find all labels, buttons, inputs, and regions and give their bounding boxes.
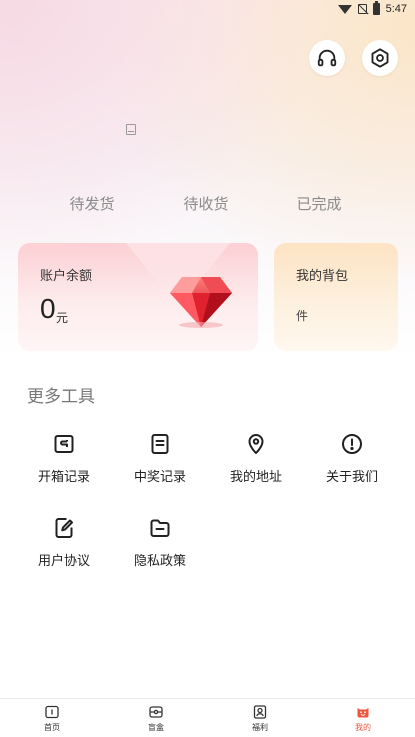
order-status-row: 待发货 待收货 已完成 (0, 193, 415, 215)
tool-user-agreement[interactable]: 用户协议 (19, 516, 109, 576)
my-backpack-card[interactable]: 我的背包 件 (274, 243, 398, 351)
tool-label: 用户协议 (37, 554, 90, 569)
tool-label: 开箱记录 (37, 470, 90, 485)
tab-mine[interactable]: 我的 (328, 704, 398, 733)
tab-blind-box[interactable]: 盲盒 (121, 704, 191, 733)
document-icon (151, 434, 169, 454)
tab-pending-receipt[interactable]: 待收货 (183, 193, 228, 214)
account-balance-card[interactable]: 账户余额 0 元 (18, 243, 258, 351)
settings-button[interactable] (362, 40, 398, 76)
backpack-title: 我的背包 (296, 269, 349, 284)
edit-document-icon (55, 518, 73, 538)
section-title: 更多工具 (27, 387, 95, 407)
gear-icon (371, 48, 389, 68)
tool-label: 关于我们 (325, 470, 378, 485)
welfare-icon (253, 705, 267, 719)
backpack-count-unit: 件 (296, 309, 309, 323)
tool-my-address[interactable]: 我的地址 (211, 432, 301, 492)
no-sim-icon (357, 4, 367, 14)
tool-label: 我的地址 (229, 470, 282, 485)
bottom-tab-bar: 首页 盲盒 福利 我的 (0, 698, 415, 737)
tab-label: 首页 (44, 723, 60, 732)
balance-title: 账户余额 (40, 269, 93, 284)
tool-open-box-record[interactable]: 开箱记录 (19, 432, 109, 492)
tab-pending-shipment[interactable]: 待发货 (69, 193, 114, 214)
tab-label: 福利 (252, 723, 268, 732)
balance-value: 0 (40, 293, 56, 324)
tool-label: 中奖记录 (133, 470, 186, 485)
tool-about-us[interactable]: 关于我们 (307, 432, 397, 492)
box-record-icon (54, 435, 74, 453)
mine-face-icon (357, 708, 369, 718)
battery-icon (372, 1, 380, 15)
location-pin-icon (248, 434, 264, 454)
more-tools-panel: 更多工具 开箱记录 中奖记录 我的地址 关于我们 用户协议 隐私政策 (0, 352, 415, 698)
tab-home[interactable]: 首页 (17, 704, 87, 733)
headset-icon (317, 49, 337, 67)
folder-icon (150, 519, 170, 537)
blind-box-icon (149, 706, 163, 718)
balance-unit: 元 (56, 311, 69, 325)
status-time: 5:47 (385, 3, 407, 15)
customer-service-button[interactable] (309, 40, 345, 76)
tab-label: 我的 (355, 723, 371, 732)
avatar-placeholder-icon[interactable] (126, 124, 136, 135)
info-alert-icon (342, 434, 362, 454)
tab-label: 盲盒 (148, 723, 164, 732)
home-icon (45, 705, 59, 719)
tool-label: 隐私政策 (133, 554, 186, 569)
ruby-gem-icon (170, 277, 232, 328)
tool-prize-record[interactable]: 中奖记录 (115, 432, 205, 492)
tool-privacy-policy[interactable]: 隐私政策 (115, 516, 205, 576)
tab-completed[interactable]: 已完成 (296, 193, 341, 214)
status-bar: 5:47 (0, 0, 415, 18)
tab-welfare[interactable]: 福利 (225, 704, 295, 733)
wifi-icon (337, 4, 352, 14)
